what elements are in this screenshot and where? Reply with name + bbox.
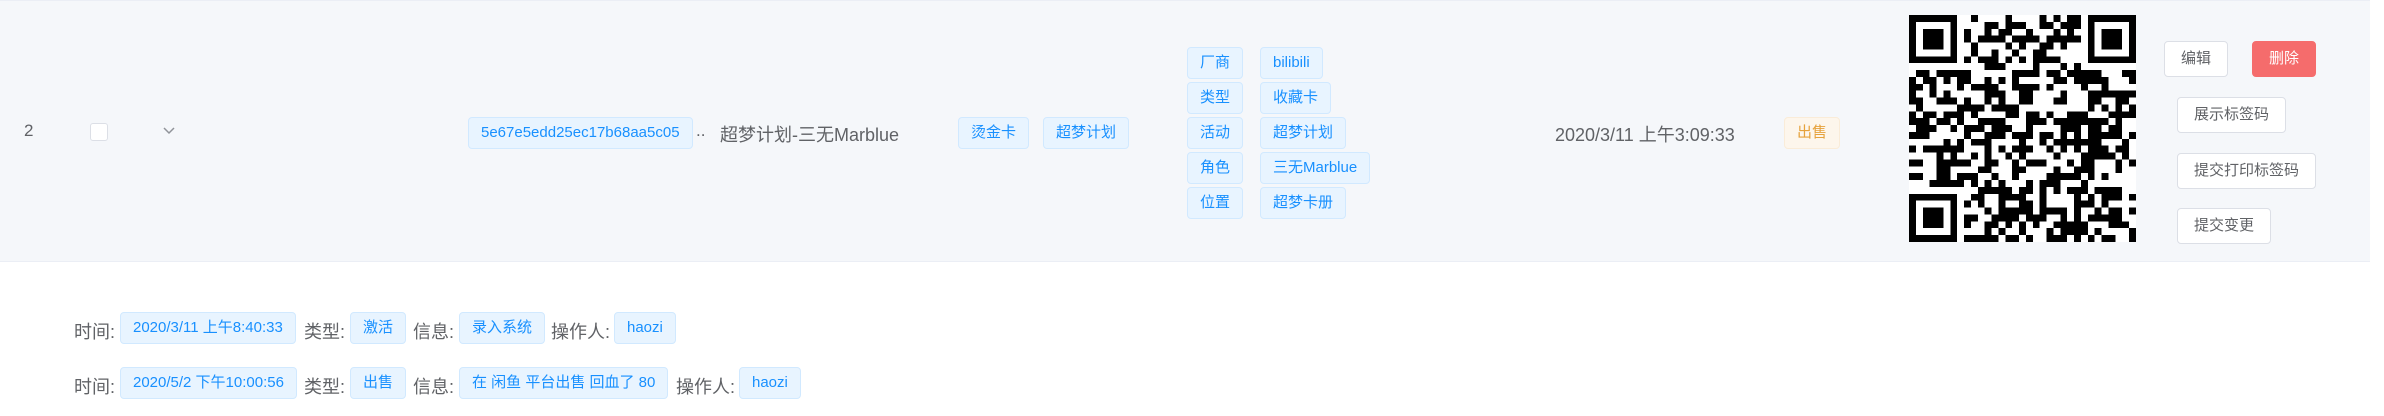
history-time: 2020/5/2 下午10:00:56 (120, 367, 297, 399)
history-time-label: 时间: (74, 322, 116, 342)
attr-value-activity: 超梦计划 (1260, 117, 1347, 149)
attr-value-vendor: bilibili (1260, 47, 1323, 79)
tag-gold-card: 烫金卡 (958, 117, 1030, 149)
tag-plan: 超梦计划 (1043, 117, 1130, 149)
attr-key-location: 位置 (1187, 187, 1244, 219)
history-info: 录入系统 (459, 312, 546, 344)
history-info-label: 信息: (413, 377, 455, 397)
attr-value-location: 超梦卡册 (1260, 187, 1347, 219)
history-operator: haozi (739, 367, 801, 399)
attr-value-type: 收藏卡 (1260, 82, 1332, 114)
row-checkbox[interactable] (90, 123, 108, 141)
delete-button[interactable]: 删除 (2252, 41, 2317, 77)
history-time-label: 时间: (74, 377, 116, 397)
status-badge: 出售 (1784, 117, 1841, 149)
history-operator: haozi (614, 312, 676, 344)
attr-key-activity: 活动 (1187, 117, 1244, 149)
history-operator-label: 操作人: (676, 377, 736, 397)
show-label-button[interactable]: 展示标签码 (2177, 97, 2287, 133)
chevron-down-icon[interactable] (162, 124, 176, 138)
history-type: 出售 (350, 367, 407, 399)
attr-key-vendor: 厂商 (1187, 47, 1244, 79)
history-type: 激活 (350, 312, 407, 344)
id-tag: 5e67e5edd25ec17b68aa5c05 (468, 117, 693, 149)
qr-code (1909, 15, 2136, 242)
history-type-label: 类型: (304, 322, 346, 342)
row-index: 2 (24, 121, 34, 140)
submit-print-label-button[interactable]: 提交打印标签码 (2177, 153, 2317, 189)
history-type-label: 类型: (304, 377, 346, 397)
attr-key-role: 角色 (1187, 152, 1244, 184)
history-info-label: 信息: (413, 322, 455, 342)
item-name: 超梦计划-三无Marblue (720, 125, 900, 145)
attr-key-type: 类型 (1187, 82, 1244, 114)
attr-value-role: 三无Marblue (1260, 152, 1371, 184)
id-ellipsis: .. (696, 121, 706, 140)
history-time: 2020/3/11 上午8:40:33 (120, 312, 296, 344)
history-operator-label: 操作人: (551, 322, 611, 342)
created-at: 2020/3/11 上午3:09:33 (1555, 125, 1735, 145)
history-info: 在 闲鱼 平台出售 回血了 80 (459, 367, 669, 399)
edit-button[interactable]: 编辑 (2164, 41, 2229, 77)
submit-change-button[interactable]: 提交变更 (2177, 208, 2272, 244)
